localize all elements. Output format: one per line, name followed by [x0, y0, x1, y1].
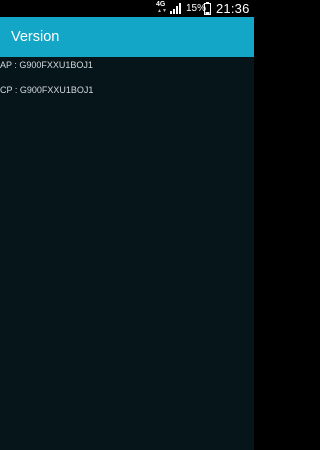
- up-down-arrows-icon: ▲▼: [157, 8, 167, 14]
- page-title: Version: [11, 29, 60, 45]
- version-content: AP : G900FXXU1BOJ1 CP : G900FXXU1BOJ1: [0, 57, 254, 450]
- ap-version: AP : G900FXXU1BOJ1: [0, 60, 93, 70]
- network-indicator: 4G ▲▼: [156, 1, 168, 16]
- battery-low-icon: [204, 2, 211, 15]
- signal-strength-icon: [170, 3, 181, 14]
- battery-percent: 15%: [186, 3, 207, 14]
- app-bar: Version: [0, 17, 254, 57]
- network-type-label: 4G: [156, 1, 166, 8]
- status-bar: 4G ▲▼ 15% 21:36: [0, 0, 254, 17]
- status-clock: 21:36: [216, 1, 250, 16]
- cp-version: CP : G900FXXU1BOJ1: [0, 85, 94, 95]
